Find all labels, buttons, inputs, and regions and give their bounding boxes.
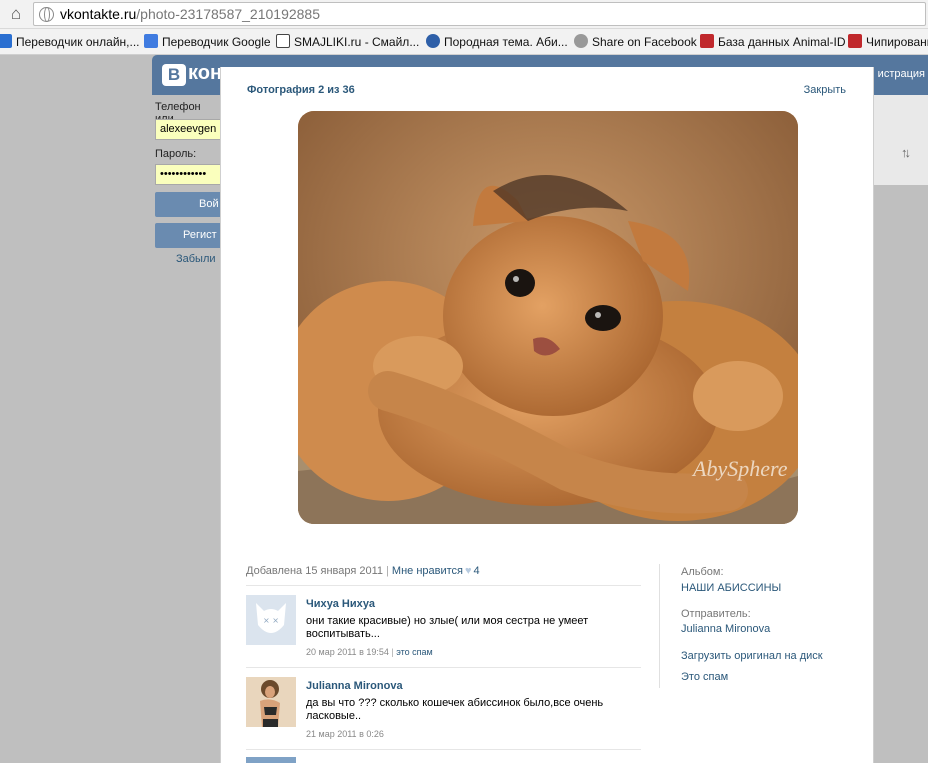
- report-spam-link[interactable]: Это спам: [681, 671, 728, 683]
- home-icon[interactable]: ⌂: [7, 5, 25, 23]
- url-host: vkontakte.ru: [60, 6, 137, 22]
- separator: |: [391, 647, 394, 657]
- report-spam-link[interactable]: это спам: [396, 647, 433, 657]
- bookmark-label: SMAJLIKI.ru - Смайл...: [294, 35, 420, 49]
- vk-logo-text: кон: [188, 62, 223, 84]
- bookmark-label: Share on Facebook: [592, 35, 697, 49]
- forum-icon: [426, 34, 440, 48]
- google-translate-icon: [144, 34, 158, 48]
- bookmark-label: Переводчик Google: [162, 35, 271, 49]
- login-button[interactable]: Вой: [155, 192, 225, 217]
- bookmark-smajliki[interactable]: SMAJLIKI.ru - Смайл...: [276, 34, 419, 50]
- url-path: /photo-23178587_210192885: [136, 6, 321, 22]
- divider: [246, 585, 641, 586]
- bookmark-label: Переводчик онлайн,...: [16, 35, 140, 49]
- comment-author[interactable]: Julianna Mironova: [306, 680, 403, 692]
- close-link[interactable]: Закрыть: [804, 84, 846, 96]
- comment-author[interactable]: Чихуа Нихуа: [306, 598, 375, 610]
- photo-counter-title: Фотография 2 из 36: [247, 84, 355, 96]
- forgot-password-link[interactable]: Забыли: [176, 253, 216, 265]
- smiley-icon: [276, 34, 290, 48]
- register-button[interactable]: Регист: [155, 223, 225, 248]
- photo-info-sidebar: Альбом: НАШИ АБИССИНЫ Отправитель: Julia…: [659, 564, 859, 688]
- separator: |: [386, 565, 389, 577]
- photo-meta: Добавлена 15 января 2011 | Мне нравится ♥ 4: [246, 565, 480, 577]
- added-date: Добавлена 15 января 2011: [246, 565, 384, 577]
- heart-icon[interactable]: ♥: [465, 565, 472, 577]
- password-input[interactable]: ••••••••••••: [155, 164, 225, 185]
- password-label: Пароль:: [155, 148, 197, 160]
- registration-link[interactable]: истрация: [878, 68, 925, 80]
- like-link[interactable]: Мне нравится: [392, 565, 463, 577]
- photo-viewer: Фотография 2 из 36 Закрыть AbySphere Доб…: [220, 67, 874, 763]
- bookmark-animal-id[interactable]: База данных Animal-ID: [700, 34, 846, 50]
- like-count[interactable]: 4: [474, 565, 480, 577]
- address-bar-area: ⌂ vkontakte.ru/photo-23178587_210192885: [0, 0, 928, 29]
- right-panel: ↑↓: [874, 95, 928, 185]
- comment-text: да вы что ??? сколько кошечек абиссинок …: [306, 697, 604, 722]
- album-label: Альбом:: [681, 566, 724, 578]
- divider: [246, 667, 641, 668]
- sort-arrows-icon[interactable]: ↑↓: [901, 145, 911, 160]
- bookmark-forum[interactable]: Породная тема. Аби...: [426, 34, 568, 50]
- kitten-photo[interactable]: AbySphere: [298, 111, 798, 524]
- svg-text:× ×: × ×: [263, 616, 279, 625]
- sender-label: Отправитель:: [681, 608, 751, 620]
- bookmark-label: База данных Animal-ID: [718, 35, 846, 49]
- comment-text: они такие красивые) но злые( или моя сес…: [306, 615, 589, 640]
- avatar[interactable]: × ×: [246, 595, 296, 645]
- download-original-link[interactable]: Загрузить оригинал на диск: [681, 650, 823, 662]
- paw-icon: [700, 34, 714, 48]
- globe-icon: [39, 7, 54, 22]
- photo-watermark: AbySphere: [691, 456, 788, 481]
- album-link[interactable]: НАШИ АБИССИНЫ: [681, 582, 781, 594]
- phone-input[interactable]: alexeevgen: [155, 119, 225, 140]
- bookmark-chip[interactable]: Чипирование: [848, 34, 928, 50]
- vk-logo-icon[interactable]: В: [162, 64, 186, 86]
- login-form: Телефон или alexeevgen Пароль: •••••••••…: [152, 95, 225, 325]
- url-text: vkontakte.ru/photo-23178587_210192885: [60, 6, 320, 22]
- url-field[interactable]: vkontakte.ru/photo-23178587_210192885: [33, 2, 926, 26]
- comment-date-line: 20 мар 2011 в 19:54 | это спам: [306, 647, 433, 657]
- sender-link[interactable]: Julianna Mironova: [681, 623, 770, 635]
- bookmark-share-facebook[interactable]: Share on Facebook: [574, 34, 697, 50]
- bookmark-label: Чипирование: [866, 35, 928, 49]
- comment-date: 20 мар 2011 в 19:54: [306, 647, 389, 657]
- bookmark-translator-online[interactable]: Переводчик онлайн,...: [0, 34, 139, 50]
- divider: [246, 749, 641, 750]
- globe-icon: [574, 34, 588, 48]
- avatar[interactable]: [246, 677, 296, 727]
- paw-icon: [848, 34, 862, 48]
- bookmarks-bar: Переводчик онлайн,... Переводчик Google …: [0, 29, 928, 55]
- comment-date: 21 мар 2011 в 0:26: [306, 729, 384, 739]
- bookmark-label: Породная тема. Аби...: [444, 35, 568, 49]
- avatar[interactable]: [246, 757, 296, 763]
- bookmark-google-translate[interactable]: Переводчик Google: [144, 34, 271, 50]
- translator-icon: [0, 34, 12, 48]
